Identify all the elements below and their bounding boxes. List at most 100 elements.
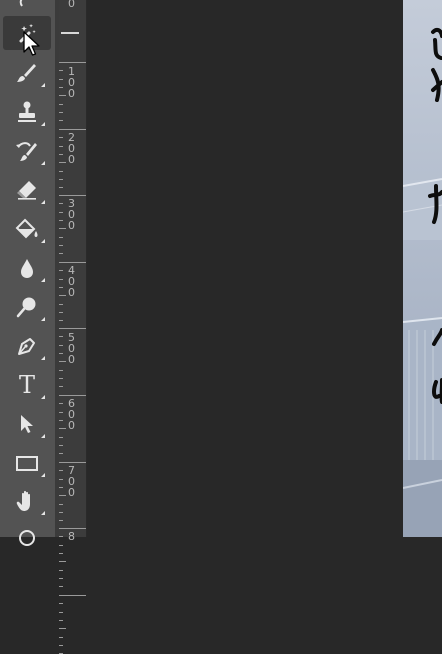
flyout-indicator [41,395,45,399]
ruler-minor-tick [59,171,63,172]
type-tool[interactable]: T [3,368,51,402]
canvas-artwork [403,27,442,537]
flyout-indicator [41,122,45,126]
vertical-ruler[interactable]: 0 1 0 0 2 0 0 3 0 0 4 0 0 5 0 0 6 0 0 7 … [59,0,87,654]
ruler-minor-tick [59,70,63,71]
dodge-tool[interactable] [3,290,51,324]
rotate-view-tool[interactable] [3,520,51,554]
ruler-minor-tick [59,270,63,271]
ruler-minor-tick [59,586,63,587]
hand-tool[interactable] [3,484,51,518]
ruler-major-tick [59,328,86,329]
flyout-indicator [41,511,45,515]
ruler-minor-tick [59,545,63,546]
eraser-tool[interactable] [3,173,51,207]
blur-tool[interactable] [3,251,51,285]
ruler-minor-tick [59,520,63,521]
ruler-minor-tick [59,479,63,480]
ruler-label: 0 [68,0,75,10]
ruler-minor-tick [59,403,63,404]
ruler-minor-tick [59,628,66,629]
ruler-minor-tick [59,220,63,221]
pen-tool[interactable] [3,329,51,363]
ruler-minor-tick [59,279,63,280]
flyout-indicator [41,317,45,321]
ruler-minor-tick [59,146,63,147]
ruler-minor-tick [59,112,63,113]
document-canvas[interactable] [403,0,442,537]
ruler-minor-tick [59,437,63,438]
brush-tool[interactable] [3,56,51,90]
ruler-minor-tick [59,370,63,371]
eraser-icon [17,181,36,200]
pasteboard[interactable] [87,0,403,537]
ruler-minor-tick [59,95,66,96]
ruler-minor-tick [59,612,63,613]
hand-icon [16,490,30,511]
ruler-label: 4 0 0 [68,264,75,299]
flyout-indicator [41,434,45,438]
ruler-major-tick [59,195,86,196]
ruler-minor-tick [59,445,63,446]
ruler-minor-tick [59,637,63,638]
ruler-minor-tick [59,245,63,246]
ruler-minor-tick [59,603,63,604]
ruler-label: 3 0 0 [68,197,75,232]
ruler-minor-tick [59,378,63,379]
arrow-icon [21,415,33,433]
ruler-major-tick [59,129,86,130]
ruler-minor-tick [59,295,66,296]
dodge-icon [16,297,36,318]
ruler-minor-tick [59,237,63,238]
rectangle-tool[interactable] [3,446,51,480]
stamp-icon [18,101,36,122]
history-brush-tool[interactable] [3,134,51,168]
flyout-indicator [41,83,45,87]
ruler-minor-tick [59,162,66,163]
flyout-indicator [41,473,45,477]
ruler-minor-tick [59,120,63,121]
pen-icon [18,338,35,355]
ruler-minor-tick [59,487,63,488]
clone-stamp-tool[interactable] [3,95,51,129]
ruler-major-tick [59,462,86,463]
ruler-major-tick [59,395,86,396]
brush-icon [17,64,36,82]
ruler-minor-tick [59,137,63,138]
lasso-tool-partial[interactable] [3,0,51,16]
ruler-minor-tick [59,420,63,421]
ruler-major-tick [59,528,86,529]
ruler-minor-tick [59,561,66,562]
ruler-minor-tick [59,495,66,496]
ruler-minor-tick [59,212,63,213]
ruler-minor-tick [59,512,63,513]
ruler-minor-tick [59,553,63,554]
flyout-indicator [41,239,45,243]
ruler-label: 7 0 0 [68,464,75,499]
rectangle-icon [16,456,38,471]
flyout-indicator [41,278,45,282]
ruler-minor-tick [59,228,66,229]
ruler-minor-tick [59,187,63,188]
ruler-minor-tick [59,504,63,505]
ruler-major-tick [59,595,86,596]
ruler-label: 1 0 0 [68,65,75,100]
flyout-indicator [41,161,45,165]
path-selection-tool[interactable] [3,407,51,441]
ruler-minor-tick [59,203,63,204]
ruler-minor-tick [59,570,63,571]
ruler-cursor-marker [61,32,79,34]
ruler-minor-tick [59,87,63,88]
flyout-indicator [41,356,45,360]
ruler-minor-tick [59,412,63,413]
ruler-minor-tick [59,336,63,337]
drop-icon [21,259,33,278]
ruler-label: 5 0 0 [68,331,75,366]
ruler-minor-tick [59,470,63,471]
ruler-minor-tick [59,154,63,155]
ruler-minor-tick [59,253,63,254]
paint-bucket-tool[interactable] [3,212,51,246]
history-brush-icon [16,142,37,161]
ruler-minor-tick [59,79,63,80]
type-icon: T [18,371,35,399]
